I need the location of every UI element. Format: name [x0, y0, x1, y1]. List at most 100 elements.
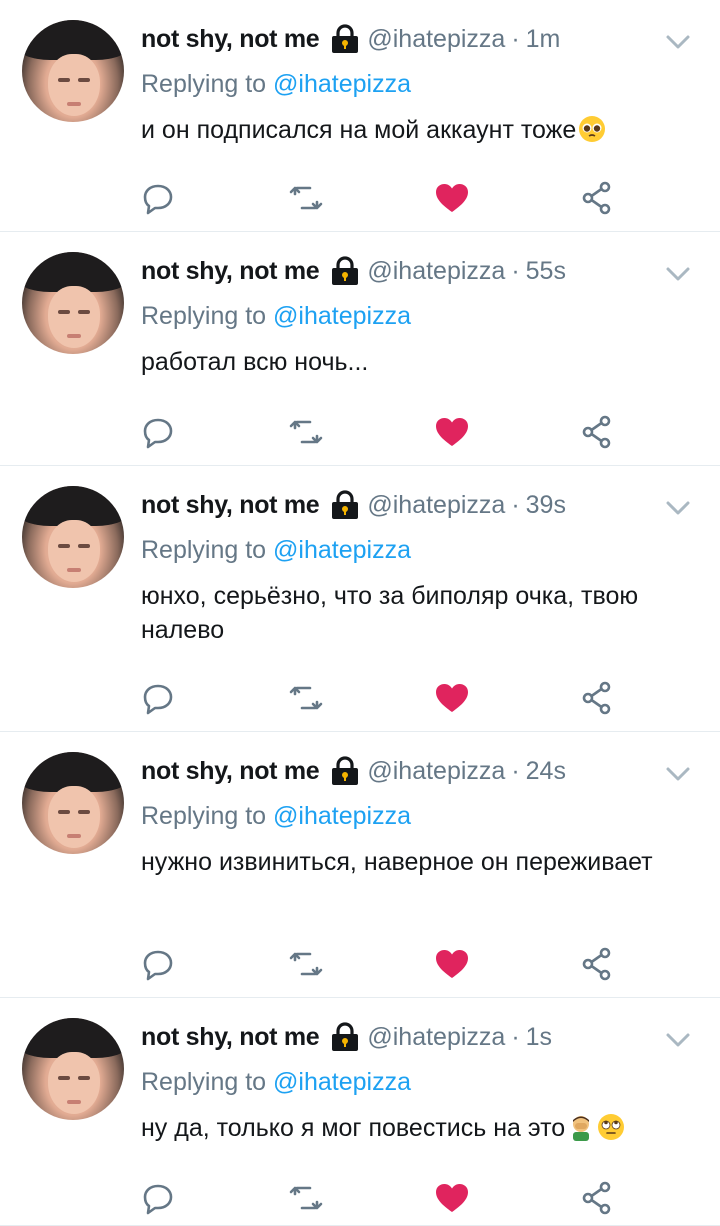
eye: [78, 1076, 90, 1080]
timestamp[interactable]: 24s: [526, 754, 566, 788]
heart-icon[interactable]: [432, 178, 472, 218]
display-name[interactable]: not shy, not me: [141, 254, 320, 288]
user-handle[interactable]: @ihatepizza: [367, 488, 505, 522]
retweet-icon[interactable]: [286, 944, 326, 984]
chevron-down-icon[interactable]: [664, 264, 692, 284]
timestamp[interactable]: 55s: [526, 254, 566, 288]
user-handle[interactable]: @ihatepizza: [367, 254, 505, 288]
replying-handle[interactable]: @ihatepizza: [273, 1068, 411, 1096]
timestamp[interactable]: 1m: [526, 22, 561, 56]
reply-icon[interactable]: [138, 412, 178, 452]
lock-icon: [329, 490, 361, 520]
retweet-icon[interactable]: [286, 678, 326, 718]
display-name[interactable]: not shy, not me: [141, 754, 320, 788]
share-icon[interactable]: [577, 412, 617, 452]
action-bar: [0, 678, 720, 718]
tweet[interactable]: not shy, not me @ihatepizza · 1m Replying to…: [0, 0, 720, 232]
face: [48, 520, 100, 582]
eye: [58, 1076, 70, 1080]
user-handle[interactable]: @ihatepizza: [367, 22, 505, 56]
replying-to: Replying to @ihatepizza: [141, 533, 411, 567]
reply-icon[interactable]: [138, 678, 178, 718]
separator: ·: [511, 757, 520, 785]
replying-prefix: Replying to: [141, 70, 267, 98]
tweet-text-block: работал всю ночь...: [141, 345, 701, 379]
chevron-down-icon[interactable]: [664, 32, 692, 52]
share-icon[interactable]: [577, 178, 617, 218]
heart-icon[interactable]: [432, 678, 472, 718]
retweet-icon[interactable]: [286, 1178, 326, 1218]
tweet-text: юнхо, серьёзно, что за биполяр очка, тво…: [141, 582, 639, 644]
tweet[interactable]: not shy, not me @ihatepizza · 24s Replying t…: [0, 732, 720, 998]
heart-icon[interactable]: [432, 944, 472, 984]
lock-icon: [329, 256, 361, 286]
retweet-icon[interactable]: [286, 412, 326, 452]
reply-icon[interactable]: [138, 178, 178, 218]
face: [48, 286, 100, 348]
chevron-down-icon[interactable]: [664, 764, 692, 784]
mouth: [67, 1100, 81, 1104]
avatar[interactable]: [22, 252, 124, 354]
share-icon[interactable]: [577, 678, 617, 718]
replying-prefix: Replying to: [141, 302, 267, 330]
eye: [58, 810, 70, 814]
pleading-face-emoji: [578, 115, 606, 143]
tweet-text-block: и он подписался на мой аккаунт тоже: [141, 113, 701, 147]
display-name[interactable]: not shy, not me: [141, 22, 320, 56]
chevron-down-icon[interactable]: [664, 498, 692, 518]
timestamp[interactable]: 39s: [526, 488, 566, 522]
replying-prefix: Replying to: [141, 536, 267, 564]
avatar[interactable]: [22, 752, 124, 854]
heart-icon[interactable]: [432, 412, 472, 452]
share-icon[interactable]: [577, 944, 617, 984]
eye: [58, 78, 70, 82]
tweet-header: not shy, not me @ihatepizza · 24s: [141, 754, 566, 788]
eye: [78, 310, 90, 314]
avatar[interactable]: [22, 486, 124, 588]
replying-prefix: Replying to: [141, 1068, 267, 1096]
tweet-text: нужно извиниться, наверное он переживает: [141, 848, 653, 876]
reply-icon[interactable]: [138, 1178, 178, 1218]
action-bar: [0, 412, 720, 452]
replying-to: Replying to @ihatepizza: [141, 1065, 411, 1099]
display-name[interactable]: not shy, not me: [141, 488, 320, 522]
avatar[interactable]: [22, 20, 124, 122]
display-name[interactable]: not shy, not me: [141, 1020, 320, 1054]
eye: [78, 78, 90, 82]
replying-handle[interactable]: @ihatepizza: [273, 302, 411, 330]
face: [48, 1052, 100, 1114]
action-bar: [0, 944, 720, 984]
chevron-down-icon[interactable]: [664, 1030, 692, 1050]
timestamp[interactable]: 1s: [526, 1020, 552, 1054]
face-with-rolling-eyes-emoji: [597, 1113, 625, 1141]
separator: ·: [511, 257, 520, 285]
separator: ·: [511, 25, 520, 53]
separator: ·: [511, 491, 520, 519]
replying-handle[interactable]: @ihatepizza: [273, 70, 411, 98]
tweet[interactable]: not shy, not me @ihatepizza · 1s Replying to…: [0, 998, 720, 1226]
replying-handle[interactable]: @ihatepizza: [273, 802, 411, 830]
separator: ·: [511, 1023, 520, 1051]
eye: [58, 310, 70, 314]
replying-handle[interactable]: @ihatepizza: [273, 536, 411, 564]
tweet[interactable]: not shy, not me @ihatepizza · 39s Replying t…: [0, 466, 720, 732]
reply-icon[interactable]: [138, 944, 178, 984]
tweet[interactable]: not shy, not me @ihatepizza · 55s Replying t…: [0, 232, 720, 466]
eye: [78, 544, 90, 548]
tweet-text-block: юнхо, серьёзно, что за биполяр очка, тво…: [141, 579, 701, 647]
heart-icon[interactable]: [432, 1178, 472, 1218]
retweet-icon[interactable]: [286, 178, 326, 218]
avatar[interactable]: [22, 1018, 124, 1120]
mouth: [67, 102, 81, 106]
share-icon[interactable]: [577, 1178, 617, 1218]
mouth: [67, 834, 81, 838]
user-handle[interactable]: @ihatepizza: [367, 754, 505, 788]
mouth: [67, 334, 81, 338]
lock-icon: [329, 24, 361, 54]
tweet-text-block: ну да, только я мог повестись на это: [141, 1111, 701, 1145]
user-handle[interactable]: @ihatepizza: [367, 1020, 505, 1054]
eye: [78, 810, 90, 814]
man-facepalming-emoji: [567, 1113, 595, 1141]
action-bar: [0, 1178, 720, 1218]
tweet-text-block: нужно извиниться, наверное он переживает: [141, 845, 701, 879]
